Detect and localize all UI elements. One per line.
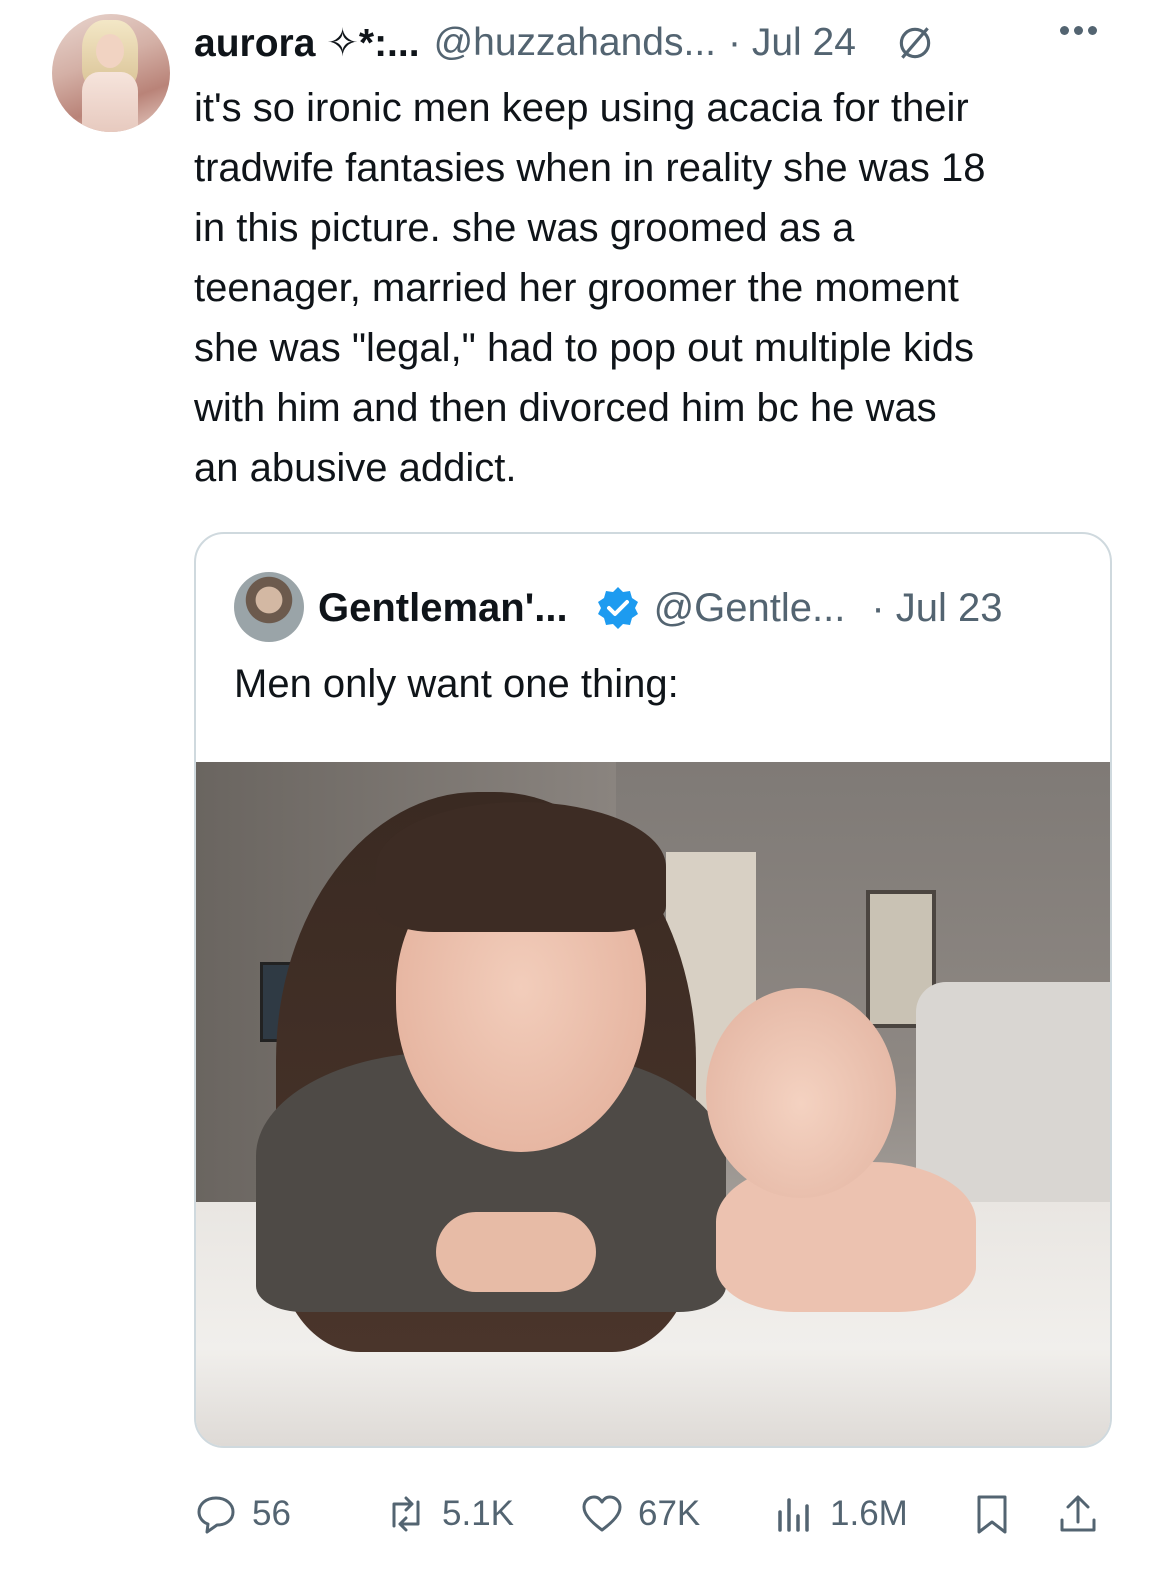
action-bar: 56 5.1K 67K 1.6M (194, 1478, 1108, 1548)
repost-count: 5.1K (442, 1494, 514, 1533)
bookmark-button[interactable] (970, 1492, 1014, 1536)
views-button[interactable]: 1.6M (772, 1492, 908, 1536)
author-avatar[interactable] (52, 14, 170, 132)
avatar-dress (82, 72, 138, 132)
photo-woman-hands (436, 1212, 596, 1292)
like-icon (582, 1495, 622, 1532)
author-handle[interactable]: @huzzahands... (434, 21, 716, 65)
edit-history-icon (899, 27, 931, 59)
bookmark-icon (977, 1495, 1007, 1534)
avatar-face (96, 34, 124, 68)
like-button[interactable]: 67K (580, 1492, 700, 1536)
quoted-text: Men only want one thing: (234, 662, 679, 706)
quoted-header: Gentleman'... @Gentle... · Jul 23 (318, 582, 1009, 634)
author-name[interactable]: aurora ✧*:... (194, 21, 420, 66)
quoted-photo[interactable] (196, 762, 1110, 1446)
like-count: 67K (638, 1494, 701, 1533)
repost-button[interactable]: 5.1K (384, 1492, 514, 1536)
photo-woman-bangs (376, 802, 666, 932)
quoted-author-handle[interactable]: @Gentle... (654, 586, 846, 631)
tweet-date[interactable]: · Jul 24 (728, 21, 856, 65)
more-icon[interactable] (1060, 26, 1097, 35)
repost-icon (392, 1496, 420, 1532)
views-icon (778, 1498, 809, 1532)
tweet-header: aurora ✧*:... @huzzahands... · Jul 24 (194, 18, 1097, 68)
quoted-tweet[interactable]: Gentleman'... @Gentle... · Jul 23 Men on… (194, 532, 1112, 1448)
quoted-avatar[interactable] (234, 572, 304, 642)
quoted-author-name[interactable]: Gentleman'... (318, 586, 568, 631)
reply-button[interactable]: 56 (194, 1492, 291, 1536)
reply-icon (197, 1496, 235, 1534)
photo-crib (916, 982, 1110, 1202)
quoted-date[interactable]: · Jul 23 (871, 586, 1002, 631)
photo-baby-head (706, 988, 896, 1198)
verified-badge-icon (597, 587, 638, 629)
reply-count: 56 (252, 1494, 291, 1533)
share-icon (1060, 1495, 1096, 1532)
share-button[interactable] (1056, 1492, 1100, 1536)
views-count: 1.6M (830, 1494, 908, 1533)
tweet-text: it's so ironic men keep using acacia for… (194, 86, 986, 490)
